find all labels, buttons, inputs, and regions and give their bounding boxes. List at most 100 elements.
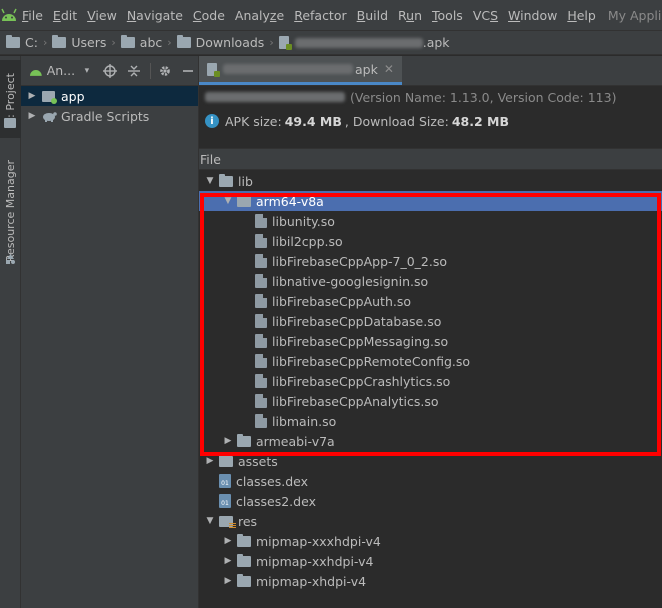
folder-icon xyxy=(176,35,191,48)
tree-item-label: libunity.so xyxy=(272,213,335,229)
breadcrumb-apk-file[interactable]: .apk xyxy=(278,35,450,50)
expand-arrow-icon[interactable]: ▶ xyxy=(219,536,237,546)
tree-item[interactable]: libFirebaseCppMessaging.so xyxy=(199,331,662,351)
version-info: (Version Name: 1.13.0, Version Code: 113… xyxy=(350,89,617,105)
resource-folder-icon xyxy=(219,515,236,529)
tree-item-label: assets xyxy=(238,453,278,469)
file-icon xyxy=(255,254,267,268)
menu-tools[interactable]: Tools xyxy=(428,8,467,23)
tree-item[interactable]: ▶ mipmap-xhdpi-v4 xyxy=(199,571,662,591)
chevron-right-icon: › xyxy=(111,36,116,49)
tree-item-label: mipmap-xhdpi-v4 xyxy=(256,573,367,589)
tree-item-label: libFirebaseCppRemoteConfig.so xyxy=(272,353,471,369)
project-item-app[interactable]: ▶ app xyxy=(21,86,198,106)
file-icon xyxy=(255,394,267,408)
menu-view[interactable]: View xyxy=(83,8,121,23)
menu-help[interactable]: Help xyxy=(563,8,600,23)
menu-build[interactable]: Build xyxy=(353,8,392,23)
dex-file-icon: 01 xyxy=(219,494,231,508)
tree-item[interactable]: ▶ armeabi-v7a xyxy=(199,431,662,451)
collapse-arrow-icon[interactable]: ▼ xyxy=(201,516,219,526)
tree-item-label: mipmap-xxhdpi-v4 xyxy=(256,553,374,569)
toolbar-divider xyxy=(149,62,151,79)
file-column-label: File xyxy=(200,151,221,167)
menu-code[interactable]: Code xyxy=(189,8,229,23)
close-icon[interactable]: ✕ xyxy=(384,62,394,76)
project-item-gradle-scripts[interactable]: ▶ Gradle Scripts xyxy=(21,106,198,126)
menu-vcs[interactable]: VCS xyxy=(469,8,502,23)
tree-item[interactable]: libunity.so xyxy=(199,211,662,231)
chevron-down-icon[interactable]: ▾ xyxy=(77,61,97,81)
project-view-selector[interactable]: An... xyxy=(47,63,75,78)
tree-item[interactable]: libFirebaseCppRemoteConfig.so xyxy=(199,351,662,371)
project-item-label: app xyxy=(61,88,85,104)
breadcrumb-downloads[interactable]: Downloads › xyxy=(176,35,279,50)
info-icon: i xyxy=(205,114,219,128)
tree-item[interactable]: 01 classes.dex xyxy=(199,471,662,491)
folder-icon xyxy=(120,35,135,48)
file-column-header[interactable]: File xyxy=(199,148,662,170)
tree-item[interactable]: libFirebaseCppAuth.so xyxy=(199,291,662,311)
package-info: (Version Name: 1.13.0, Version Code: 113… xyxy=(205,88,616,106)
tree-item[interactable]: 01 classes2.dex xyxy=(199,491,662,511)
tree-item[interactable]: libFirebaseCppDatabase.so xyxy=(199,311,662,331)
menu-run[interactable]: Run xyxy=(394,8,426,23)
folder-icon xyxy=(237,573,251,587)
tree-item[interactable]: libFirebaseCppAnalytics.so xyxy=(199,391,662,411)
collapse-arrow-icon[interactable]: ▼ xyxy=(219,196,237,206)
chevron-right-icon: › xyxy=(269,36,274,49)
expand-arrow-icon[interactable]: ▶ xyxy=(25,91,39,101)
minimize-icon[interactable] xyxy=(178,61,198,81)
expand-arrow-icon[interactable]: ▶ xyxy=(201,456,219,466)
tree-item[interactable]: libnative-googlesignin.so xyxy=(199,271,662,291)
breadcrumb-users[interactable]: Users › xyxy=(52,35,120,50)
expand-arrow-icon[interactable]: ▶ xyxy=(219,436,237,446)
gradle-icon xyxy=(43,111,57,122)
apk-size-info: i APK size: 49.4 MB , Download Size: 48.… xyxy=(205,112,512,130)
menu-edit[interactable]: Edit xyxy=(49,8,81,23)
tree-item[interactable]: ▼ lib xyxy=(199,171,662,191)
tree-item[interactable]: ▶ mipmap-xxhdpi-v4 xyxy=(199,551,662,571)
menu-file[interactable]: File xyxy=(18,8,47,23)
breadcrumb-label: Downloads xyxy=(195,35,265,50)
android-studio-logo xyxy=(0,0,18,30)
tree-item[interactable]: ▼ res xyxy=(199,511,662,531)
breadcrumb-drive[interactable]: C: › xyxy=(6,35,52,50)
tree-item-label: libFirebaseCppAuth.so xyxy=(272,293,412,309)
tree-item[interactable]: ▶ assets xyxy=(199,451,662,471)
folder-icon xyxy=(237,533,251,547)
tree-item-label: classes.dex xyxy=(236,473,309,489)
editor-tab-apk[interactable]: apk ✕ xyxy=(199,56,402,85)
expand-arrow-icon[interactable]: ▶ xyxy=(219,556,237,566)
menu-window[interactable]: Window xyxy=(504,8,561,23)
expand-arrow-icon[interactable]: ▶ xyxy=(25,111,39,121)
menu-refactor[interactable]: Refactor xyxy=(290,8,350,23)
project-toolbar: An... ▾ xyxy=(21,56,198,86)
redacted-filename xyxy=(223,64,353,74)
locate-icon[interactable] xyxy=(101,61,121,81)
project-panel: An... ▾ ▶ app ▶ Gradle Scripts xyxy=(21,56,199,608)
file-icon xyxy=(255,294,267,308)
folder-icon xyxy=(6,35,20,48)
collapse-all-icon[interactable] xyxy=(124,61,144,81)
menu-navigate[interactable]: Navigate xyxy=(123,8,187,23)
expand-arrow-icon[interactable]: ▶ xyxy=(219,576,237,586)
gear-icon[interactable] xyxy=(155,61,175,81)
menu-analyze[interactable]: Analyze xyxy=(231,8,288,23)
collapse-arrow-icon[interactable]: ▼ xyxy=(201,176,219,186)
tree-item-label: classes2.dex xyxy=(236,493,316,509)
tree-item[interactable]: ▶ mipmap-xxxhdpi-v4 xyxy=(199,531,662,551)
download-size-value: 48.2 MB xyxy=(451,113,509,129)
breadcrumb-abc[interactable]: abc › xyxy=(120,35,177,50)
tree-item[interactable]: ▼ arm64-v8a xyxy=(199,191,662,211)
tree-item[interactable]: libFirebaseCppApp-7_0_2.so xyxy=(199,251,662,271)
tree-item-label: libnative-googlesignin.so xyxy=(272,273,429,289)
breadcrumb: C: › Users › abc › Downloads › .apk xyxy=(0,30,662,55)
project-item-label: Gradle Scripts xyxy=(61,108,150,124)
resource-manager-tab[interactable]: Resource Manager xyxy=(0,151,21,271)
resource-manager-icon xyxy=(5,254,16,265)
tree-item[interactable]: libmain.so xyxy=(199,411,662,431)
tree-item[interactable]: libFirebaseCppCrashlytics.so xyxy=(199,371,662,391)
tree-item[interactable]: libil2cpp.so xyxy=(199,231,662,251)
file-icon xyxy=(255,314,267,328)
